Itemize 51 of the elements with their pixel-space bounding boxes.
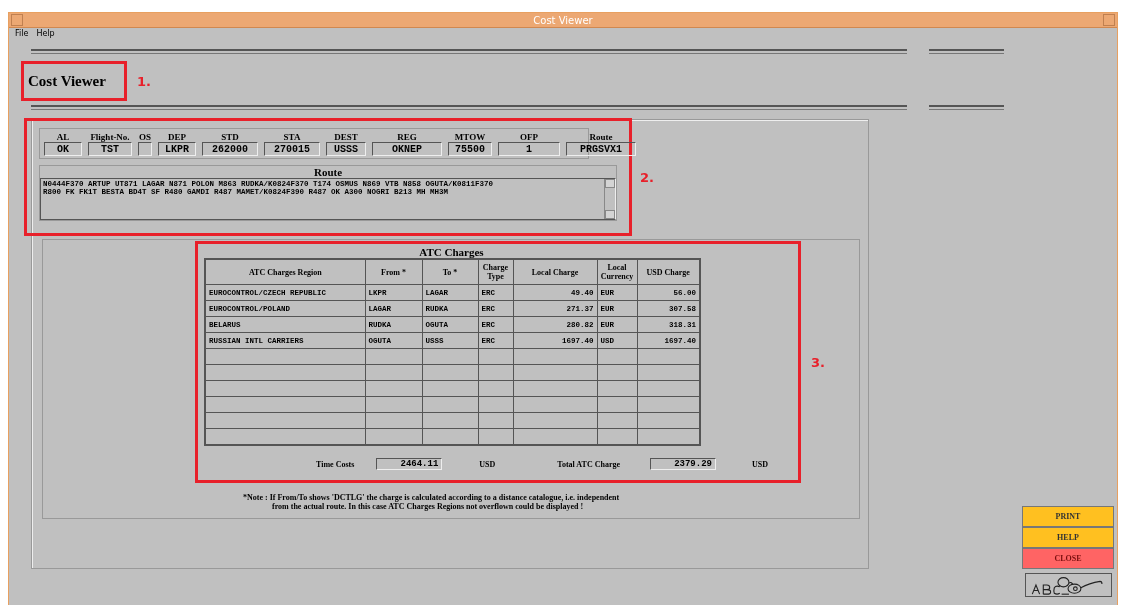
action-button[interactable]: PRINT — [1022, 506, 1114, 527]
field-label: REG — [397, 132, 417, 142]
total-charge-label: Total ATC Charge — [557, 459, 620, 469]
field-label: DEST — [334, 132, 358, 142]
action-button[interactable]: HELP — [1022, 527, 1114, 548]
page-title: Cost Viewer — [21, 61, 127, 101]
window-title: Cost Viewer — [532, 14, 594, 26]
annotation-label: 1. — [137, 73, 151, 89]
column-header: From * — [365, 259, 422, 285]
unit-label: USD — [479, 459, 496, 469]
field-label: OS — [139, 132, 151, 142]
column-header: Local Currency — [597, 259, 637, 285]
time-costs-label: Time Costs — [316, 459, 355, 469]
input-field[interactable]: TST — [88, 142, 132, 156]
input-field[interactable]: 1 — [498, 142, 560, 156]
unit-label: USD — [752, 459, 768, 469]
table-title: ATC Charges — [418, 246, 485, 258]
menu-item[interactable]: File — [15, 29, 29, 38]
scrollbar[interactable] — [604, 179, 615, 219]
input-field[interactable]: 75500 — [448, 142, 492, 156]
column-header: Charge Type — [478, 259, 513, 285]
field-label: STD — [221, 132, 239, 142]
minimize-button[interactable] — [11, 14, 23, 26]
annotation-label: 3. — [811, 354, 825, 370]
glasses-logo-icon — [1024, 573, 1112, 597]
route-heading: Route — [312, 166, 344, 178]
input-field[interactable]: USSS — [326, 142, 366, 156]
menu-item[interactable]: Help — [36, 29, 55, 38]
column-header: ATC Charges Region — [205, 259, 365, 285]
annotation-label: 2. — [640, 169, 654, 185]
field-label: STA — [283, 132, 301, 142]
column-header: To * — [422, 259, 478, 285]
input-field[interactable] — [138, 142, 152, 156]
input-field[interactable]: PRGSVX1 — [566, 142, 636, 156]
window-button[interactable] — [1103, 14, 1115, 26]
column-header: Local Charge — [513, 259, 597, 285]
field-label: Flight-No. — [90, 132, 130, 142]
field-label: AL — [56, 132, 70, 142]
input-field[interactable]: OK — [44, 142, 82, 156]
field-label: OFP — [520, 132, 538, 142]
input-field[interactable]: LKPR — [158, 142, 196, 156]
field-label: Route — [589, 132, 613, 142]
input-field[interactable]: 262000 — [202, 142, 258, 156]
time-costs-field[interactable]: 2464.11 — [376, 458, 443, 470]
field-label: DEP — [168, 132, 186, 142]
field-label: MTOW — [454, 132, 486, 142]
note-text: *Note : If From/To shows 'DCTLG' the charge is calculated according to a distance catalogue, i.e. independent from the actual route. In this case ATC Charges Regions not overflown could be displayed ! — [243, 493, 620, 511]
input-field[interactable]: 270015 — [264, 142, 320, 156]
total-charge-field[interactable]: 2379.29 — [650, 458, 716, 470]
input-field[interactable]: OKNEP — [372, 142, 442, 156]
action-button[interactable]: CLOSE — [1022, 548, 1114, 569]
